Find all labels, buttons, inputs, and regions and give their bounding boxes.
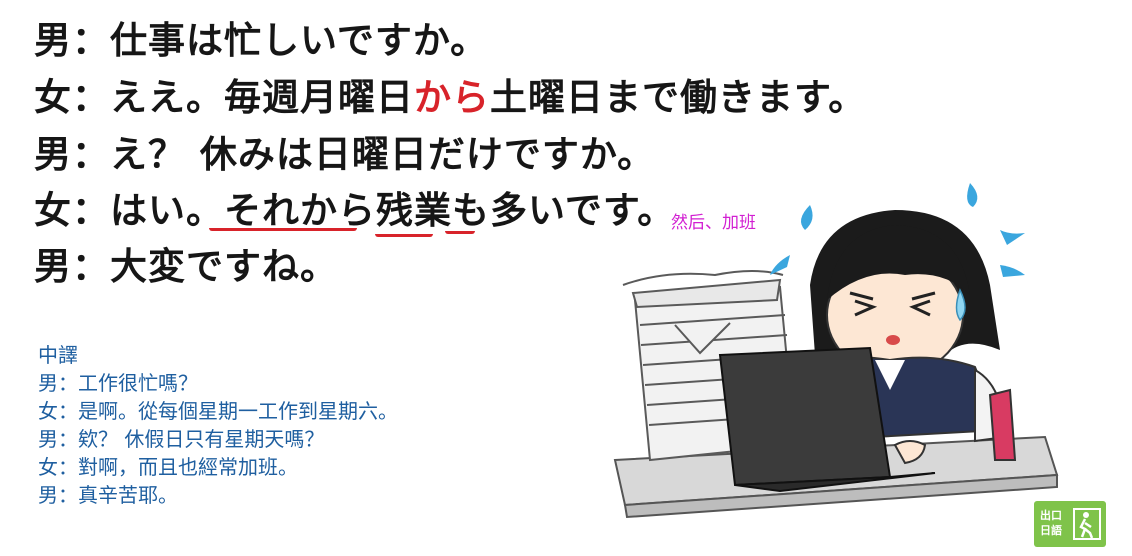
underlined-sorekara: それから (224, 189, 376, 232)
dialogue-text: 土曜日まで働きます。 (490, 76, 867, 119)
translation-line: 女：是啊。從每個星期一工作到星期六。 (38, 399, 398, 423)
dialogue-line-1: 男：仕事は忙しいですか。 (34, 19, 488, 63)
underlined-mo: も (452, 189, 490, 232)
exit-runner-icon (1073, 508, 1101, 540)
speaker-label: 男 (34, 133, 72, 176)
dialogue-text: え？ 休みは日曜日だけですか。 (110, 133, 656, 176)
dialogue-text: はい。 (110, 189, 224, 232)
translation-line: 男：工作很忙嗎？ (38, 371, 198, 395)
dialogue-text: 大変ですね。 (110, 245, 338, 288)
translation-line: 男：真辛苦耶。 (38, 483, 178, 507)
lesson-slide: 男：仕事は忙しいですか。 女：ええ。毎週月曜日から土曜日まで働きます。 男：え？… (0, 0, 1132, 556)
dialogue-text: ええ。毎週月曜日 (110, 76, 414, 119)
speaker-label: 男 (34, 245, 72, 288)
dialogue-line-4: 女：はい。それから残業も多いです。 (34, 189, 675, 233)
colon: ： (72, 76, 110, 119)
underline-zangyou (375, 234, 433, 237)
dialogue-line-3: 男：え？ 休みは日曜日だけですか。 (34, 133, 655, 177)
dialogue-text: 仕事は忙しいですか。 (110, 19, 489, 62)
translation-heading: 中譯 (38, 343, 78, 367)
logo-text-line1: 出口 (1040, 509, 1062, 522)
translation-line: 男：欸？ 休假日只有星期天嗎？ (38, 427, 325, 451)
logo-badge: 出口 日語 (1034, 501, 1106, 547)
translation-line: 女：對啊，而且也經常加班。 (38, 455, 298, 479)
speaker-label: 男 (34, 19, 72, 62)
speaker-label: 女 (34, 189, 72, 232)
speaker-label: 女 (34, 76, 72, 119)
overworked-woman-illustration (613, 183, 1059, 519)
underlined-zangyou: 残業 (376, 189, 452, 232)
colon: ： (72, 245, 110, 288)
colon: ： (72, 19, 110, 62)
dialogue-line-2: 女：ええ。毎週月曜日から土曜日まで働きます。 (34, 76, 866, 120)
underline-mo (445, 231, 475, 234)
colon: ： (72, 133, 110, 176)
logo-text-line2: 日語 (1040, 524, 1062, 537)
colon: ： (72, 189, 110, 232)
dialogue-line-5: 男：大変ですね。 (34, 245, 338, 289)
translation-block: 中譯 男：工作很忙嗎？ 女：是啊。從每個星期一工作到星期六。 男：欸？ 休假日只… (38, 341, 398, 509)
underline-sorekara (209, 228, 357, 231)
highlight-kara: から (414, 76, 490, 119)
